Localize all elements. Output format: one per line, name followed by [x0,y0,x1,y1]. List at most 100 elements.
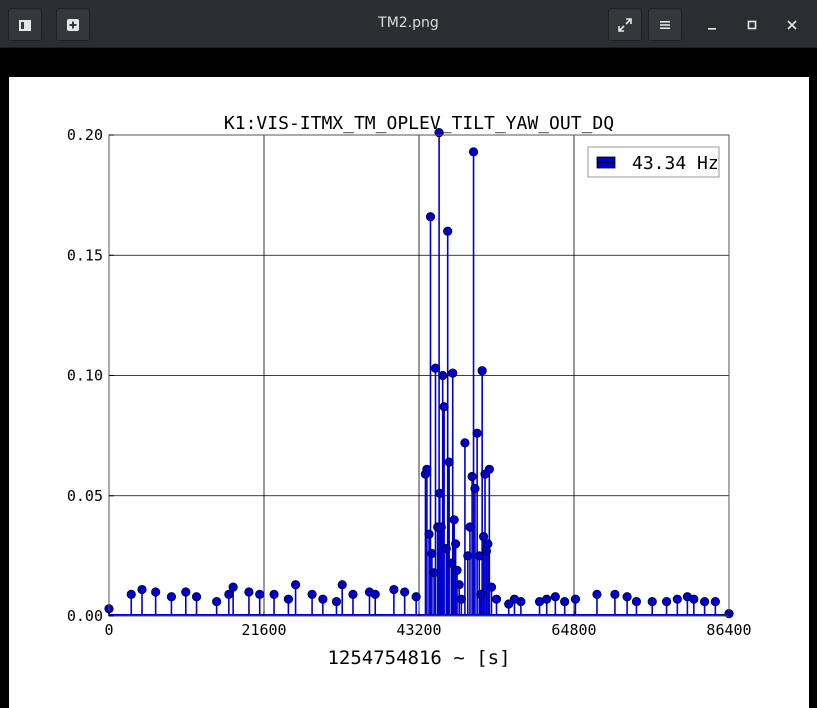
data-point [463,551,473,561]
data-point [436,522,446,532]
legend-entry-label: 43.34 Hz [632,153,719,174]
data-point [452,565,462,575]
data-point [446,558,456,568]
data-point [689,594,699,604]
data-point [318,594,328,604]
y-tick-label: 0.05 [67,487,103,505]
data-point [331,596,342,607]
x-tick-label: 43200 [396,621,441,639]
maximize-button[interactable] [735,8,769,41]
minimize-button[interactable] [695,8,729,41]
data-point [425,212,436,222]
data-point [631,596,642,607]
data-point [337,580,347,590]
data-point [542,594,552,604]
data-point [429,568,439,578]
chart-title: K1:VIS-ITMX_TM_OPLEV_TILT_YAW_OUT_DQ [224,113,614,134]
data-point [491,594,502,604]
data-point [550,592,560,602]
close-button[interactable] [775,8,809,41]
data-point [444,457,454,467]
close-icon [787,19,797,30]
data-point [370,589,380,599]
x-tick-label: 64800 [551,621,596,639]
y-tick-label: 0.20 [67,126,103,144]
data-point [460,438,470,448]
data-point [191,592,202,602]
data-point [472,428,482,438]
data-point [470,483,480,494]
data-point [290,580,301,590]
data-point [700,596,710,607]
data-point [476,589,486,599]
y-tick-label: 0.00 [67,607,103,625]
data-point [486,582,497,592]
data-point [389,584,399,595]
data-point [474,551,484,561]
data-point [454,580,464,590]
data-point [400,587,410,597]
x-tick-label: 0 [104,621,113,639]
data-point [450,539,461,549]
grid-lines [108,134,730,617]
x-tick-label: 86400 [706,621,751,639]
data-point [424,529,434,539]
data-point [516,596,526,607]
data-point [468,147,479,157]
data-point [647,596,657,607]
legend: 43.34 Hz [587,146,720,178]
data-point [448,368,458,378]
data-point [126,589,136,599]
title-bar: TM2.png [0,0,817,48]
data-point [570,594,581,604]
data-point [181,587,191,597]
axis-ticks: 0 21600 43200 64800 86400 0.00 0.05 0.10 0.15 0.2… [67,126,752,639]
data-point [484,464,494,474]
y-tick-label: 0.10 [67,367,103,385]
data-point [411,592,421,602]
image-viewer: 0 21600 43200 64800 86400 0.00 0.05 0.10 0.15 0.2… [0,48,817,708]
data-point [661,596,672,607]
x-tick-label: 21600 [241,621,286,639]
data-point [212,596,222,607]
data-point [255,589,265,599]
data-point [244,587,254,597]
data-point [307,589,317,599]
fullscreen-button[interactable] [608,8,642,41]
data-point [467,471,477,482]
data-point [228,582,238,592]
menu-button[interactable] [648,8,682,41]
data-point [477,366,487,376]
data-point [610,589,620,599]
minimize-icon [708,27,716,30]
expand-icon [618,17,632,32]
data-point [438,370,448,381]
y-tick-label: 0.15 [67,246,103,264]
data-point [348,589,358,599]
data-point [672,594,682,604]
data-point [710,596,720,607]
image-canvas: 0 21600 43200 64800 86400 0.00 0.05 0.10 0.15 0.2… [9,77,809,708]
data-point [449,515,459,525]
data-point [151,587,161,597]
data-point [283,594,293,604]
hamburger-icon [660,20,670,29]
data-point [483,539,493,549]
data-point [137,584,147,595]
chart: 0 21600 43200 64800 86400 0.00 0.05 0.10 0.15 0.2… [67,113,752,669]
data-point [622,592,632,602]
data-point [439,402,449,412]
data-point [456,594,466,604]
maximize-icon [747,20,757,29]
data-point [465,522,475,532]
data-point [443,226,453,236]
x-axis-label: 1254754816 ~ [s] [327,647,510,669]
data-point [560,596,570,607]
data-point [269,589,279,599]
data-point [422,464,432,474]
data-point [166,592,177,602]
data-point [441,544,451,554]
data-point [435,488,445,498]
data-point [430,363,441,373]
data-point [592,589,602,599]
